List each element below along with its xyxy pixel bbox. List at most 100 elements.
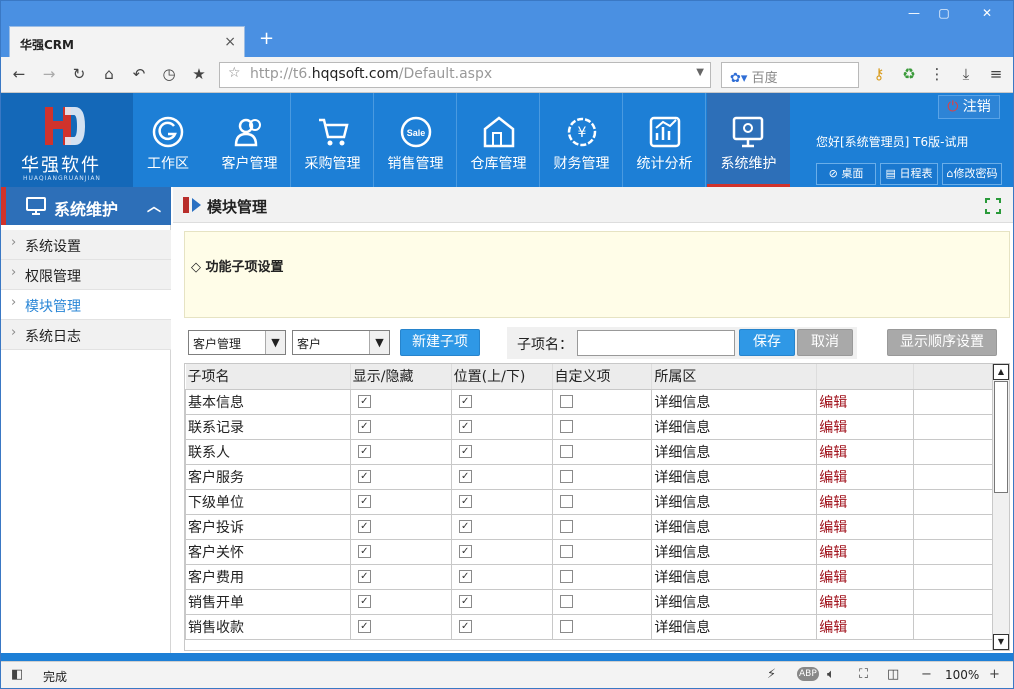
sidebar-item-system-settings[interactable]: › 系统设置 xyxy=(1,230,171,260)
edit-link[interactable]: 编辑 xyxy=(819,495,847,511)
chevron-up-icon[interactable]: ︿ xyxy=(147,196,161,216)
forward-icon[interactable]: → xyxy=(39,65,59,83)
position-checkbox[interactable]: ✓ xyxy=(458,570,472,583)
back-icon[interactable]: ← xyxy=(9,65,29,83)
schedule-button[interactable]: ▤ 日程表 xyxy=(880,163,938,185)
custom-checkbox[interactable] xyxy=(559,495,573,508)
module-finance[interactable]: ¥ 财务管理 xyxy=(541,93,623,187)
edit-link[interactable]: 编辑 xyxy=(819,470,847,486)
adblock-icon[interactable]: ABP xyxy=(797,667,819,681)
edit-link[interactable]: 编辑 xyxy=(819,395,847,411)
show-checkbox[interactable]: ✓ xyxy=(357,395,371,408)
split-view-icon[interactable]: ◫ xyxy=(887,667,899,682)
custom-checkbox[interactable] xyxy=(559,420,573,433)
zoom-in-icon[interactable]: + xyxy=(989,667,1000,682)
speaker-icon[interactable]: 🔈︎ xyxy=(827,667,835,682)
chevron-down-icon[interactable]: ▼ xyxy=(369,331,389,354)
url-dropdown-icon[interactable]: ▼ xyxy=(696,67,704,78)
tab-close-icon[interactable]: × xyxy=(224,34,236,50)
edit-link[interactable]: 编辑 xyxy=(819,445,847,461)
url-star-icon[interactable]: ☆ xyxy=(228,65,241,81)
module-system[interactable]: 系统维护 xyxy=(707,93,790,187)
sidebar-item-system-log[interactable]: › 系统日志 xyxy=(1,320,171,350)
position-checkbox[interactable]: ✓ xyxy=(458,445,472,458)
sidebar-toggle-icon[interactable]: ◧ xyxy=(11,667,23,682)
module-statistics[interactable]: 统计分析 xyxy=(624,93,706,187)
edit-link[interactable]: 编辑 xyxy=(819,620,847,636)
position-checkbox[interactable]: ✓ xyxy=(458,595,472,608)
position-checkbox[interactable]: ✓ xyxy=(458,620,472,633)
sidebar-item-permissions[interactable]: › 权限管理 xyxy=(1,260,171,290)
undo-icon[interactable]: ↶ xyxy=(129,65,149,83)
hamburger-menu-icon[interactable]: ≡ xyxy=(986,65,1006,83)
show-checkbox[interactable]: ✓ xyxy=(357,495,371,508)
new-subitem-button[interactable]: 新建子项 xyxy=(400,329,480,356)
scroll-down-icon[interactable]: ▼ xyxy=(993,634,1009,650)
reload-icon[interactable]: ↻ xyxy=(69,65,89,83)
desktop-button[interactable]: ⊘ 桌面 xyxy=(816,163,876,185)
maximize-icon[interactable]: ▢ xyxy=(929,4,959,22)
display-order-button[interactable]: 显示顺序设置 xyxy=(887,329,997,356)
module-workspace[interactable]: 工作区 xyxy=(127,93,209,187)
position-checkbox[interactable]: ✓ xyxy=(458,520,472,533)
browser-tab[interactable]: 华强CRM × xyxy=(9,26,245,57)
edit-link[interactable]: 编辑 xyxy=(819,595,847,611)
edit-link[interactable]: 编辑 xyxy=(819,520,847,536)
logout-button[interactable]: ⏻ 注销 xyxy=(938,95,1000,119)
sidebar-header[interactable]: 系统维护 ︿ xyxy=(1,187,171,225)
minimize-icon[interactable]: — xyxy=(899,4,929,22)
show-checkbox[interactable]: ✓ xyxy=(357,570,371,583)
show-checkbox[interactable]: ✓ xyxy=(357,420,371,433)
zoom-out-icon[interactable]: − xyxy=(921,667,932,682)
search-box[interactable]: ✿▾ 百度 xyxy=(721,62,859,88)
shield-icon[interactable]: ♻ xyxy=(899,65,919,83)
custom-checkbox[interactable] xyxy=(559,570,573,583)
edit-link[interactable]: 编辑 xyxy=(819,420,847,436)
menu-more-icon[interactable]: ⋮ xyxy=(927,65,947,83)
save-button[interactable]: 保存 xyxy=(739,329,795,356)
fullscreen-status-icon[interactable]: ⛶ xyxy=(859,667,868,682)
address-bar[interactable]: ☆ http://t6.hqqsoft.com/Default.aspx ▼ xyxy=(219,62,711,88)
module-customers[interactable]: 客户管理 xyxy=(209,93,291,187)
submodule-select[interactable]: 客户 ▼ xyxy=(292,330,390,355)
position-checkbox[interactable]: ✓ xyxy=(458,495,472,508)
show-checkbox[interactable]: ✓ xyxy=(357,470,371,483)
show-checkbox[interactable]: ✓ xyxy=(357,545,371,558)
fullscreen-icon[interactable] xyxy=(985,198,1001,214)
sidebar-item-module-management[interactable]: › 模块管理 xyxy=(1,290,171,320)
cancel-button[interactable]: 取消 xyxy=(797,329,853,356)
show-checkbox[interactable]: ✓ xyxy=(357,620,371,633)
position-checkbox[interactable]: ✓ xyxy=(458,545,472,558)
key-icon[interactable]: ⚷ xyxy=(869,65,889,83)
custom-checkbox[interactable] xyxy=(559,470,573,483)
scroll-thumb[interactable] xyxy=(994,381,1008,493)
subitem-name-input[interactable] xyxy=(577,330,735,356)
new-tab-button[interactable]: + xyxy=(259,28,274,49)
module-select[interactable]: 客户管理 ▼ xyxy=(188,330,286,355)
custom-checkbox[interactable] xyxy=(559,595,573,608)
module-purchase[interactable]: 采购管理 xyxy=(292,93,374,187)
brand-logo[interactable]: 华强软件 HUAQIANGRUANJIAN xyxy=(1,93,133,187)
edit-link[interactable]: 编辑 xyxy=(819,545,847,561)
show-checkbox[interactable]: ✓ xyxy=(357,595,371,608)
performance-icon[interactable]: ⚡ xyxy=(767,667,776,682)
bookmark-star-icon[interactable]: ★ xyxy=(189,65,209,83)
custom-checkbox[interactable] xyxy=(559,520,573,533)
change-password-button[interactable]: ⌂修改密码 xyxy=(942,163,1002,185)
home-icon[interactable]: ⌂ xyxy=(99,65,119,83)
show-checkbox[interactable]: ✓ xyxy=(357,445,371,458)
position-checkbox[interactable]: ✓ xyxy=(458,470,472,483)
position-checkbox[interactable]: ✓ xyxy=(458,420,472,433)
scroll-up-icon[interactable]: ▲ xyxy=(993,364,1009,380)
custom-checkbox[interactable] xyxy=(559,445,573,458)
custom-checkbox[interactable] xyxy=(559,395,573,408)
module-warehouse[interactable]: 仓库管理 xyxy=(458,93,540,187)
chevron-down-icon[interactable]: ▼ xyxy=(265,331,285,354)
close-window-icon[interactable]: ✕ xyxy=(963,4,1011,22)
edit-link[interactable]: 编辑 xyxy=(819,570,847,586)
history-icon[interactable]: ◷ xyxy=(159,65,179,83)
position-checkbox[interactable]: ✓ xyxy=(458,395,472,408)
custom-checkbox[interactable] xyxy=(559,545,573,558)
module-sales[interactable]: Sale 销售管理 xyxy=(375,93,457,187)
show-checkbox[interactable]: ✓ xyxy=(357,520,371,533)
